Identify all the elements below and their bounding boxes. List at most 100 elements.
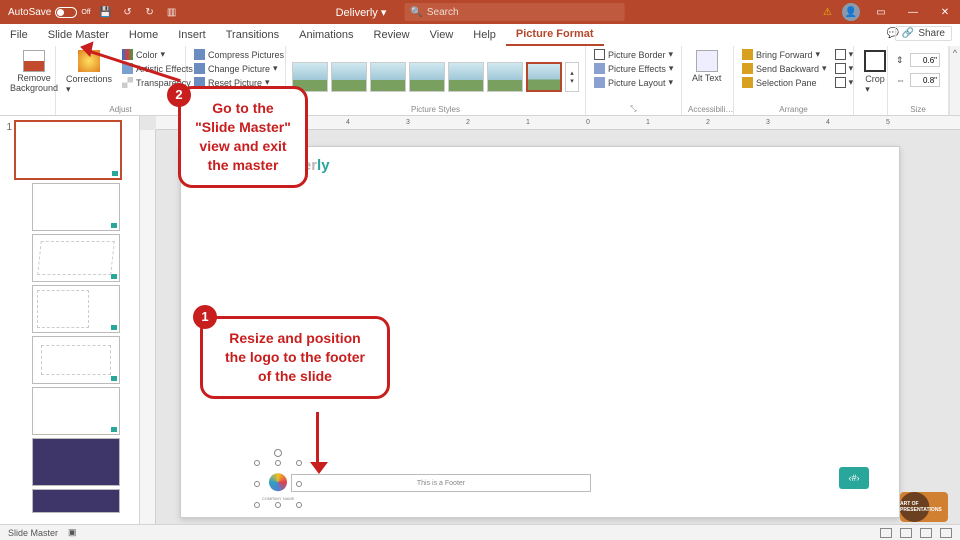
style-thumb[interactable] [370, 62, 406, 92]
tab-review[interactable]: Review [364, 24, 420, 46]
style-thumb[interactable] [487, 62, 523, 92]
tab-slide-master[interactable]: Slide Master [38, 24, 119, 46]
annotation-callout-2: 2 Go to the "Slide Master" view and exit… [178, 86, 308, 188]
resize-handle[interactable] [296, 460, 302, 466]
group-button[interactable]: ▾ [833, 62, 856, 75]
align-icon [835, 49, 846, 60]
footer-placeholder[interactable]: This is a Footer [291, 474, 591, 492]
style-thumb[interactable] [409, 62, 445, 92]
watermark-badge: ART OF PRESENTATIONS [900, 492, 948, 522]
group-icon [835, 63, 846, 74]
width-input[interactable] [910, 73, 940, 87]
search-input[interactable]: 🔍 Search [404, 3, 624, 21]
ribbon-tabs: File Slide Master Home Insert Transition… [0, 24, 960, 46]
tab-view[interactable]: View [420, 24, 464, 46]
ribbon: Remove Background Corrections ▾ Color ▾ … [0, 46, 960, 116]
tab-picture-format[interactable]: Picture Format [506, 24, 604, 46]
width-icon: ⇔ [896, 75, 907, 86]
remove-background-button[interactable]: Remove Background [6, 48, 62, 96]
send-backward-button[interactable]: Send Backward ▾ [740, 62, 829, 75]
autosave-toggle[interactable]: AutoSave Off [8, 7, 91, 18]
master-number: 1 [4, 120, 12, 180]
thumbnail-pane[interactable]: 1 [0, 116, 140, 524]
rotate-handle[interactable] [274, 449, 282, 457]
selection-pane-icon [742, 77, 753, 88]
send-backward-icon [742, 63, 753, 74]
close-button[interactable]: ✕ [934, 3, 956, 21]
resize-handle[interactable] [254, 481, 260, 487]
layout-thumbnail[interactable] [32, 438, 120, 486]
search-icon: 🔍 [410, 7, 422, 18]
picture-border-button[interactable]: Picture Border ▾ [592, 48, 675, 61]
resize-handle[interactable] [296, 502, 302, 508]
resize-handle[interactable] [254, 502, 260, 508]
tab-file[interactable]: File [0, 24, 38, 46]
border-icon [594, 49, 605, 60]
layout-thumbnail[interactable] [32, 285, 120, 333]
layout-thumbnail[interactable] [32, 489, 120, 513]
tab-home[interactable]: Home [119, 24, 168, 46]
save-icon[interactable]: 💾 [99, 5, 113, 19]
resize-handle[interactable] [254, 460, 260, 466]
height-input[interactable] [910, 53, 940, 67]
slideshow-view-button[interactable] [940, 528, 952, 538]
ribbon-options-icon[interactable]: ▭ [870, 3, 892, 21]
style-thumb[interactable] [526, 62, 562, 92]
start-slideshow-icon[interactable]: ▥ [165, 5, 179, 19]
page-number-placeholder[interactable]: ‹#› [839, 467, 869, 489]
layout-thumbnail[interactable] [32, 234, 120, 282]
alt-text-button[interactable]: Alt Text [688, 48, 725, 86]
user-avatar[interactable]: 👤 [842, 3, 860, 21]
style-thumb[interactable] [448, 62, 484, 92]
alt-text-icon [696, 50, 718, 72]
change-picture-icon [194, 63, 205, 74]
compress-icon [194, 49, 205, 60]
bring-forward-button[interactable]: Bring Forward ▾ [740, 48, 829, 61]
layout-thumbnail[interactable] [32, 183, 120, 231]
toggle-off-icon [55, 7, 77, 18]
tab-help[interactable]: Help [463, 24, 506, 46]
undo-icon[interactable]: ↺ [121, 5, 135, 19]
arrow-head-icon [310, 462, 328, 474]
normal-view-button[interactable] [880, 528, 892, 538]
layout-thumbnail[interactable] [32, 387, 120, 435]
redo-icon[interactable]: ↻ [143, 5, 157, 19]
selection-pane-button[interactable]: Selection Pane [740, 76, 829, 89]
rotate-button[interactable]: ▾ [833, 76, 856, 89]
picture-effects-button[interactable]: Picture Effects ▾ [592, 62, 675, 75]
resize-handle[interactable] [296, 481, 302, 487]
compress-pictures-button[interactable]: Compress Pictures [192, 48, 286, 61]
autosave-label: AutoSave [8, 7, 51, 18]
resize-handle[interactable] [275, 502, 281, 508]
collapse-ribbon-button[interactable]: ^ [949, 46, 960, 115]
picture-layout-button[interactable]: Picture Layout ▾ [592, 76, 675, 89]
share-button[interactable]: 🔗 Share [895, 26, 952, 41]
tab-transitions[interactable]: Transitions [216, 24, 289, 46]
autosave-state: Off [81, 9, 90, 16]
resize-handle[interactable] [275, 460, 281, 466]
align-button[interactable]: ▾ [833, 48, 856, 61]
selected-logo-image[interactable]: COMPANY NAME [257, 463, 299, 505]
picture-styles-gallery[interactable]: ▴▾ [292, 62, 579, 92]
arrange-label: Arrange [740, 105, 847, 115]
style-thumb[interactable] [331, 62, 367, 92]
tab-animations[interactable]: Animations [289, 24, 363, 46]
layout-thumbnail[interactable] [32, 336, 120, 384]
gallery-more-button[interactable]: ▴▾ [565, 62, 579, 92]
tab-insert[interactable]: Insert [168, 24, 216, 46]
crop-button[interactable]: Crop▾ [860, 48, 890, 97]
annotation-badge-1: 1 [193, 305, 217, 329]
picture-styles-launcher[interactable]: ⤡ [592, 104, 675, 115]
annotation-callout-1: 1 Resize and position the logo to the fo… [200, 316, 390, 399]
status-icon[interactable]: ▣ [68, 527, 77, 538]
warning-icon[interactable]: ⚠ [823, 7, 832, 18]
reading-view-button[interactable] [920, 528, 932, 538]
sorter-view-button[interactable] [900, 528, 912, 538]
color-icon [122, 49, 133, 60]
accessibility-label: Accessibili… [688, 105, 727, 115]
remove-background-icon [23, 50, 45, 72]
title-bar: AutoSave Off 💾 ↺ ↻ ▥ Deliverly ▾ 🔍 Searc… [0, 0, 960, 24]
master-thumbnail[interactable] [14, 120, 122, 180]
minimize-button[interactable]: — [902, 3, 924, 21]
change-picture-button[interactable]: Change Picture ▾ [192, 62, 286, 75]
